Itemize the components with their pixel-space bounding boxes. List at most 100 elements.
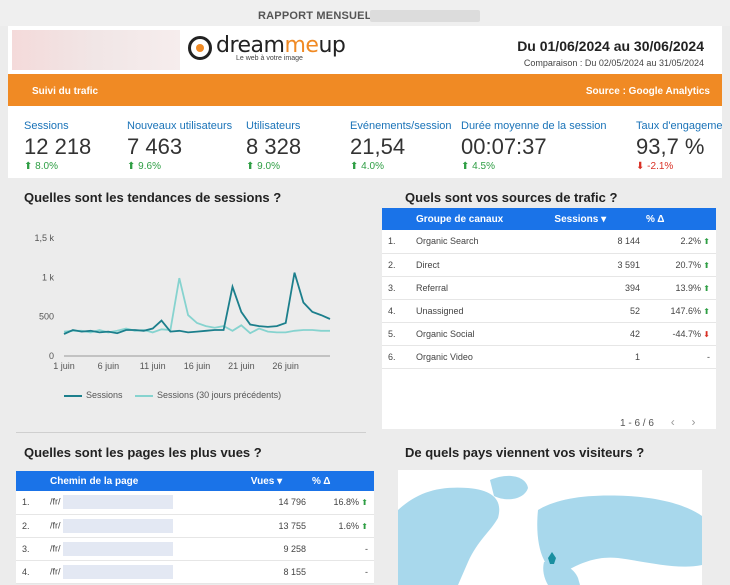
table-row[interactable]: 3. Referral 394 13.9% ⬆ <box>382 276 716 300</box>
views-value: 14 796 <box>250 491 312 515</box>
table-row[interactable]: 3./fr/9 258- <box>16 537 374 561</box>
arrow-up-icon: ⬆ <box>24 161 33 172</box>
kpi-users[interactable]: Utilisateurs 8 328 ⬆ 9.0% <box>246 120 301 172</box>
traffic-sources-title: Quels sont vos sources de trafic ? <box>405 190 618 205</box>
table-row[interactable]: 1./fr/14 796 16.8% ⬆ <box>16 491 374 515</box>
kpi-new-users[interactable]: Nouveaux utilisateurs 7 463 ⬆ 9.6% <box>127 120 232 172</box>
date-range[interactable]: Du 01/06/2024 au 30/06/2024 <box>517 38 704 54</box>
comparison-range: Comparaison : Du 02/05/2024 au 31/05/202… <box>523 58 704 68</box>
world-map[interactable] <box>398 470 702 585</box>
views-value: 8 155 <box>250 560 312 584</box>
report-header: dreammeup Le web à votre image Du 01/06/… <box>8 26 722 74</box>
delta-cell: 2.2% ⬆ <box>646 230 716 254</box>
redacted-path <box>62 495 173 510</box>
arrow-down-icon: ⬇ <box>636 161 645 172</box>
row-index: 4. <box>16 560 50 584</box>
delta-cell: 147.6% ⬆ <box>646 299 716 323</box>
delta-cell: 20.7% ⬆ <box>646 253 716 277</box>
row-index: 1. <box>16 491 50 515</box>
arrow-down-icon: ⬇ <box>701 329 710 339</box>
table-row[interactable]: 6. Organic Video 1- <box>382 345 716 369</box>
channel-name: Organic Video <box>416 345 555 369</box>
channel-name: Organic Search <box>416 230 555 254</box>
kpi-engagement-rate[interactable]: Taux d'engagement 93,7 % ⬇ -2.1% <box>636 120 722 172</box>
dreammeup-logo-icon <box>188 36 212 60</box>
page-path: /fr/ <box>50 514 251 538</box>
sessions-value: 42 <box>554 322 646 346</box>
arrow-up-icon: ⬆ <box>359 521 368 531</box>
views-value: 13 755 <box>250 514 312 538</box>
delta-cell: - <box>646 345 716 369</box>
kpi-label: Taux d'engagement <box>636 120 722 132</box>
x-tick-label: 21 juin <box>228 361 255 371</box>
top-pages-table: Chemin de la page Vues ▾ % Δ 1./fr/14 79… <box>16 471 374 584</box>
banner-source-label: Source : Google Analytics <box>585 86 710 97</box>
redacted-path <box>62 564 173 579</box>
row-index: 5. <box>382 322 416 346</box>
row-index: 3. <box>16 537 50 561</box>
kpi-delta: ⬆ 4.5% <box>461 161 495 172</box>
row-index: 6. <box>382 345 416 369</box>
sessions-line-chart[interactable]: 0 500 1 k 1,5 k 1 juin 6 juin 11 juin 16 juin 21… <box>16 226 356 416</box>
arrow-up-icon: ⬆ <box>701 260 710 270</box>
kpi-sessions[interactable]: Sessions 12 218 ⬆ 8.0% <box>24 120 91 172</box>
channel-name: Organic Social <box>416 322 555 346</box>
series-line-sessions[interactable] <box>63 272 331 335</box>
redacted-client-name <box>370 10 480 22</box>
arrow-up-icon: ⬆ <box>701 306 710 316</box>
arrow-up-icon: ⬆ <box>350 161 359 172</box>
brand-tagline: Le web à votre image <box>236 55 303 62</box>
row-index: 3. <box>382 276 416 300</box>
kpi-value: 21,54 <box>350 134 406 159</box>
table-row[interactable]: 5. Organic Social 42 -44.7% ⬇ <box>382 322 716 346</box>
row-index: 4. <box>382 299 416 323</box>
kpi-value: 93,7 % <box>636 134 705 159</box>
kpi-label: Utilisateurs <box>246 120 301 132</box>
kpi-avg-session-duration[interactable]: Durée moyenne de la session 00:07:37 ⬆ 4… <box>461 120 607 172</box>
column-header-delta[interactable]: % Δ <box>312 471 374 491</box>
y-tick-label: 1,5 k <box>34 233 54 243</box>
table-row[interactable]: 4./fr/8 155- <box>16 560 374 584</box>
section-banner: Suivi du trafic Source : Google Analytic… <box>8 74 722 106</box>
legend-item-sessions[interactable]: Sessions <box>64 390 123 400</box>
chart-legend[interactable]: Sessions Sessions (30 jours précédents) <box>64 390 281 400</box>
kpi-events-per-session[interactable]: Evénements/session 21,54 ⬆ 4.0% <box>350 120 452 172</box>
kpi-value: 8 328 <box>246 134 302 159</box>
countries-title: De quels pays viennent vos visiteurs ? <box>405 445 645 460</box>
delta-cell: 1.6% ⬆ <box>312 514 374 538</box>
column-header-channel[interactable]: Groupe de canaux <box>416 208 555 230</box>
channel-name: Unassigned <box>416 299 555 323</box>
chevron-right-icon[interactable]: › <box>691 415 695 429</box>
table-row[interactable]: 1. Organic Search 8 144 2.2% ⬆ <box>382 230 716 254</box>
kpi-value: 00:07:37 <box>461 134 547 159</box>
report-title-bar: RAPPORT MENSUEL - <box>0 0 730 26</box>
table-row[interactable]: 4. Unassigned 52 147.6% ⬆ <box>382 299 716 323</box>
delta-cell: 13.9% ⬆ <box>646 276 716 300</box>
channel-name: Referral <box>416 276 555 300</box>
x-tick-label: 6 juin <box>98 361 120 371</box>
column-header-delta[interactable]: % Δ <box>646 208 716 230</box>
x-tick-label: 16 juin <box>184 361 211 371</box>
kpi-delta: ⬆ 8.0% <box>24 161 58 172</box>
chevron-left-icon[interactable]: ‹ <box>671 415 675 429</box>
kpi-value: 7 463 <box>127 134 183 159</box>
page-path: /fr/ <box>50 537 251 561</box>
column-header-page-path[interactable]: Chemin de la page <box>50 471 251 491</box>
views-value: 9 258 <box>250 537 312 561</box>
column-header-sessions[interactable]: Sessions ▾ <box>554 208 646 230</box>
table-pager: 1 - 6 / 6 ‹ › <box>620 415 695 429</box>
row-index: 2. <box>382 253 416 277</box>
sessions-trend-title: Quelles sont les tendances de sessions ? <box>24 190 282 205</box>
series-line-previous-sessions[interactable] <box>63 277 330 335</box>
arrow-up-icon: ⬆ <box>701 283 710 293</box>
arrow-up-icon: ⬆ <box>127 161 136 172</box>
kpi-label: Nouveaux utilisateurs <box>127 120 233 132</box>
page-path: /fr/ <box>50 491 251 515</box>
arrow-up-icon: ⬆ <box>246 161 255 172</box>
table-row[interactable]: 2. Direct 3 591 20.7% ⬆ <box>382 253 716 277</box>
sessions-value: 8 144 <box>554 230 646 254</box>
table-row[interactable]: 2./fr/13 755 1.6% ⬆ <box>16 514 374 538</box>
column-header-views[interactable]: Vues ▾ <box>250 471 312 491</box>
legend-item-previous-sessions[interactable]: Sessions (30 jours précédents) <box>135 390 281 400</box>
kpi-delta: ⬆ 9.6% <box>127 161 161 172</box>
